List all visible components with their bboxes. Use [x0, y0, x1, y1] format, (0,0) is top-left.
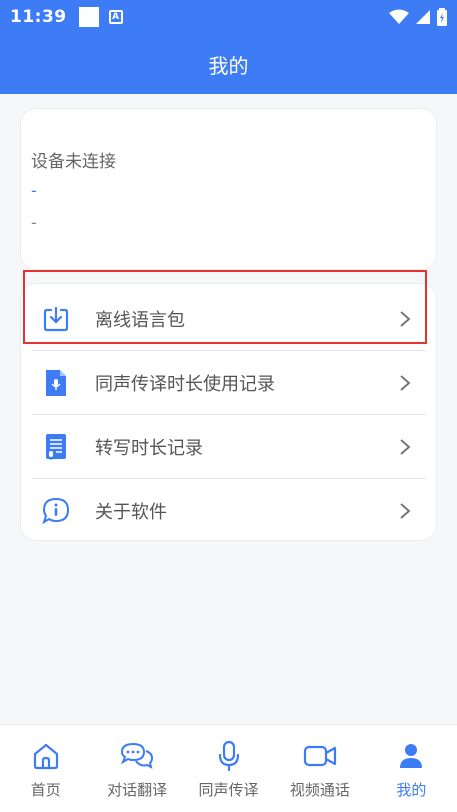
nav-item-video-call[interactable]: 视频通话: [274, 725, 365, 812]
transcript-icon: [41, 432, 71, 462]
chat-icon: [120, 739, 154, 773]
menu-item-label: 转写时长记录: [95, 437, 203, 459]
nav-item-label: 首页: [30, 781, 61, 799]
menu-item-label: 同声传译时长使用记录: [95, 373, 275, 395]
audio-file-icon: [41, 368, 71, 398]
status-bar: 11:39 A: [0, 0, 457, 34]
person-icon: [394, 739, 428, 773]
nav-item-simultaneous-interpretation[interactable]: 同声传译: [183, 725, 274, 812]
nav-item-label: 同声传译: [198, 781, 259, 799]
home-icon: [29, 739, 63, 773]
chevron-right-icon: [400, 310, 411, 327]
nav-item-label: 视频通话: [289, 781, 350, 799]
signal-icon: [416, 10, 430, 24]
info-chat-icon: [41, 496, 71, 526]
nav-item-dialogue-translation[interactable]: 对话翻译: [91, 725, 182, 812]
microphone-icon: [212, 739, 246, 773]
notification-a-icon: A: [108, 10, 123, 24]
menu-item-offline-language-pack[interactable]: 离线语言包: [33, 287, 426, 351]
wifi-icon: [389, 9, 409, 24]
status-icons: [389, 8, 447, 26]
notification-square-icon: [78, 7, 99, 27]
download-icon: [41, 304, 71, 334]
nav-item-home[interactable]: 首页: [0, 725, 91, 812]
app-bar: 我的: [0, 34, 457, 94]
menu-item-transcription-usage[interactable]: 转写时长记录: [33, 415, 426, 479]
device-info-line-2: -: [31, 213, 37, 232]
menu-item-about-software[interactable]: 关于软件: [33, 479, 426, 543]
chevron-right-icon: [400, 438, 411, 455]
menu-item-sim-interp-usage[interactable]: 同声传译时长使用记录: [33, 351, 426, 415]
video-camera-icon: [303, 739, 337, 773]
device-status-text: 设备未连接: [31, 152, 116, 172]
nav-item-mine[interactable]: 我的: [366, 725, 457, 812]
battery-icon: [437, 8, 447, 26]
menu-card: 离线语言包 同声传译时长使用记录 转写时长记录 关于软件: [20, 283, 437, 541]
page-title: 我的: [208, 53, 249, 78]
nav-item-label: 对话翻译: [107, 781, 168, 799]
nav-item-label: 我的: [396, 781, 427, 799]
menu-item-label: 关于软件: [95, 502, 167, 523]
bottom-navigation: 首页 对话翻译 同声传译 视频通话 我的: [0, 724, 457, 812]
menu-item-label: 离线语言包: [95, 309, 185, 331]
device-status-card: 设备未连接 - -: [20, 108, 437, 270]
device-info-line-1: -: [31, 181, 37, 200]
chevron-right-icon: [400, 374, 411, 391]
chevron-right-icon: [400, 503, 411, 519]
status-time: 11:39: [10, 7, 67, 27]
